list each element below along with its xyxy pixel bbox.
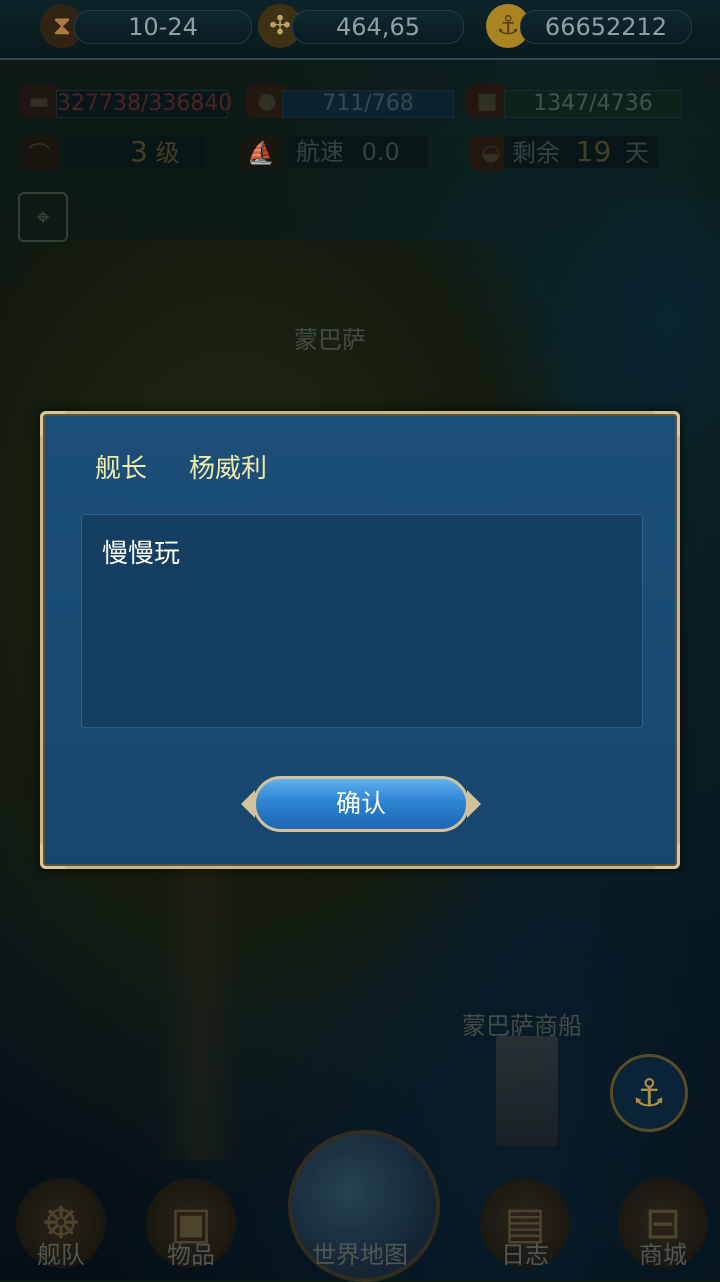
message-text: 慢慢玩 xyxy=(102,539,181,569)
confirm-button[interactable]: 确认 xyxy=(241,772,481,836)
message-box: 慢慢玩 xyxy=(81,514,643,728)
dialog-corner-ornament xyxy=(655,411,680,436)
speaker-name: 杨威利 xyxy=(189,454,268,484)
speaker-role: 舰长 xyxy=(95,454,148,484)
captain-dialog: 舰长 杨威利 慢慢玩 确认 xyxy=(40,411,680,869)
confirm-button-label: 确认 xyxy=(253,776,469,832)
dialog-corner-ornament xyxy=(655,844,680,869)
dialog-corner-ornament xyxy=(40,844,65,869)
button-ornament xyxy=(467,790,481,818)
dialog-corner-ornament xyxy=(40,411,65,436)
